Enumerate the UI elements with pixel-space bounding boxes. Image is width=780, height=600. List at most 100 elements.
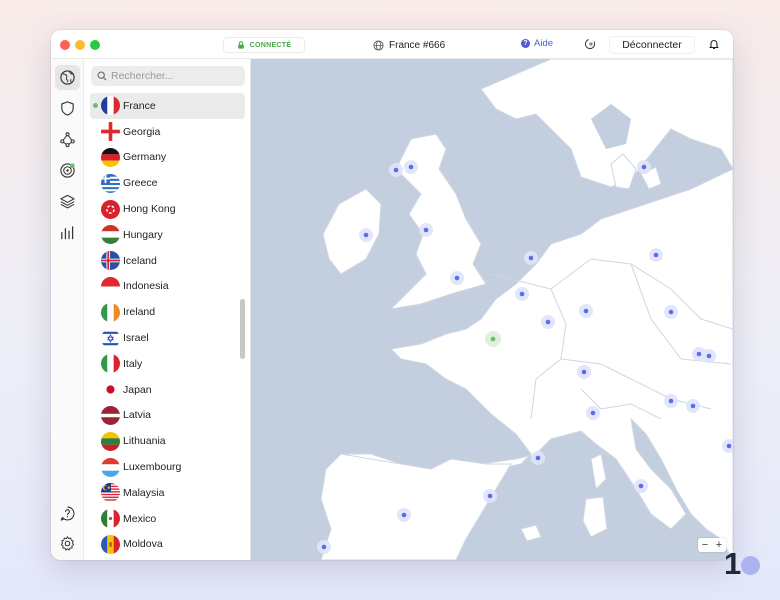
country-name: Japan xyxy=(123,383,152,396)
country-row-mexico[interactable]: Mexico xyxy=(90,506,245,532)
rail-shield-button[interactable] xyxy=(55,96,80,121)
server-pin[interactable] xyxy=(726,443,732,449)
current-server: France #666 xyxy=(373,38,445,52)
server-pin[interactable] xyxy=(545,319,551,325)
server-pin[interactable] xyxy=(590,410,596,416)
country-sidebar: France Georgia Germany Greece Hong Kong Hunga… xyxy=(84,59,251,560)
zoom-window-button[interactable] xyxy=(90,40,100,50)
country-row-malaysia[interactable]: Malaysia xyxy=(90,480,245,506)
brand-logo: 1 xyxy=(724,546,761,582)
flag-icon xyxy=(101,328,120,348)
layers-icon xyxy=(60,194,75,209)
country-name: Mexico xyxy=(123,512,157,525)
rail-help-button[interactable] xyxy=(55,501,80,526)
country-row-italy[interactable]: Italy xyxy=(90,351,245,377)
server-pin[interactable] xyxy=(583,308,589,314)
country-row-iceland[interactable]: Iceland xyxy=(90,248,245,274)
server-pin[interactable] xyxy=(519,291,525,297)
country-row-luxembourg[interactable]: Luxembourg xyxy=(90,454,245,480)
country-row-indonesia[interactable]: Indonesia xyxy=(90,274,245,300)
disconnect-button[interactable]: Déconnecter xyxy=(609,36,695,54)
server-pin[interactable] xyxy=(653,252,659,258)
country-name: Malaysia xyxy=(123,486,165,499)
country-name: Italy xyxy=(123,357,143,370)
gear-icon xyxy=(60,536,75,551)
country-name: Lithuania xyxy=(123,435,166,448)
flag-icon xyxy=(101,122,120,142)
server-pin[interactable] xyxy=(668,398,674,404)
server-pin[interactable] xyxy=(321,544,327,550)
server-pin[interactable] xyxy=(393,167,399,173)
connection-status-badge: CONNECTÉ xyxy=(223,37,305,53)
flag-icon xyxy=(101,431,120,451)
country-row-georgia[interactable]: Georgia xyxy=(90,119,245,145)
rail-threat-button[interactable] xyxy=(55,158,80,183)
server-pin[interactable] xyxy=(401,512,407,518)
zoom-out-button[interactable]: − xyxy=(702,539,708,551)
rail-layers-button[interactable] xyxy=(55,189,80,214)
threat-radar-icon xyxy=(60,163,75,178)
server-pin[interactable] xyxy=(696,351,702,357)
server-pin[interactable] xyxy=(363,232,369,238)
close-window-button[interactable] xyxy=(60,40,70,50)
search-box[interactable] xyxy=(91,66,245,86)
country-row-ireland[interactable]: Ireland xyxy=(90,299,245,325)
flag-icon xyxy=(101,199,120,219)
server-pin[interactable] xyxy=(528,255,534,261)
stats-icon xyxy=(61,226,74,240)
current-server-name: France #666 xyxy=(389,39,446,51)
search-icon xyxy=(97,71,107,81)
world-map[interactable]: − + xyxy=(251,59,733,560)
rail-globe-button[interactable] xyxy=(55,65,80,90)
country-list-scrollbar[interactable] xyxy=(240,299,245,359)
country-row-hong-kong[interactable]: Hong Kong xyxy=(90,196,245,222)
shield-icon xyxy=(61,101,74,116)
server-pin[interactable] xyxy=(668,309,674,315)
country-name: France xyxy=(123,99,156,112)
country-row-greece[interactable]: Greece xyxy=(90,170,245,196)
country-row-france[interactable]: France xyxy=(90,93,245,119)
minimize-window-button[interactable] xyxy=(75,40,85,50)
rail-settings-button[interactable] xyxy=(55,531,80,556)
flag-icon xyxy=(101,509,120,529)
country-row-japan[interactable]: Japan xyxy=(90,377,245,403)
connection-status-label: CONNECTÉ xyxy=(249,41,292,49)
question-icon: ? xyxy=(521,39,530,48)
server-pin[interactable] xyxy=(454,275,460,281)
server-pin[interactable] xyxy=(408,164,414,170)
country-row-hungary[interactable]: Hungary xyxy=(90,222,245,248)
help-label: Aide xyxy=(534,38,554,49)
server-pin[interactable] xyxy=(641,164,647,170)
flag-icon xyxy=(101,173,120,193)
server-pin[interactable] xyxy=(535,455,541,461)
country-list: France Georgia Germany Greece Hong Kong Hunga… xyxy=(84,93,250,558)
flag-icon xyxy=(101,483,120,503)
country-name: Indonesia xyxy=(123,280,169,293)
zoom-control: − + xyxy=(698,538,726,552)
server-pin[interactable] xyxy=(690,403,696,409)
zoom-in-button[interactable]: + xyxy=(716,539,722,551)
rail-meshnet-button[interactable] xyxy=(55,127,80,152)
pause-ring-icon[interactable] xyxy=(584,38,596,50)
country-row-israel[interactable]: Israel xyxy=(90,325,245,351)
rail-stats-button[interactable] xyxy=(55,220,80,245)
country-row-lithuania[interactable]: Lithuania xyxy=(90,428,245,454)
server-pin[interactable] xyxy=(487,493,493,499)
country-row-germany[interactable]: Germany xyxy=(90,145,245,171)
bell-icon[interactable] xyxy=(708,38,720,50)
country-row-moldova[interactable]: Moldova xyxy=(90,532,245,558)
search-input[interactable] xyxy=(111,70,241,82)
server-pin[interactable] xyxy=(423,227,429,233)
brand-logo-text: 1 xyxy=(724,546,741,581)
country-name: Ireland xyxy=(123,306,156,319)
connected-pin[interactable] xyxy=(490,336,496,342)
server-pin[interactable] xyxy=(638,483,644,489)
country-row-latvia[interactable]: Latvia xyxy=(90,403,245,429)
help-link[interactable]: ? Aide xyxy=(521,38,553,49)
flag-icon xyxy=(101,276,120,296)
server-pin[interactable] xyxy=(706,353,712,359)
country-name: Moldova xyxy=(123,538,163,551)
server-pin[interactable] xyxy=(581,369,587,375)
country-name: Hungary xyxy=(123,228,163,241)
flag-icon xyxy=(101,534,120,554)
